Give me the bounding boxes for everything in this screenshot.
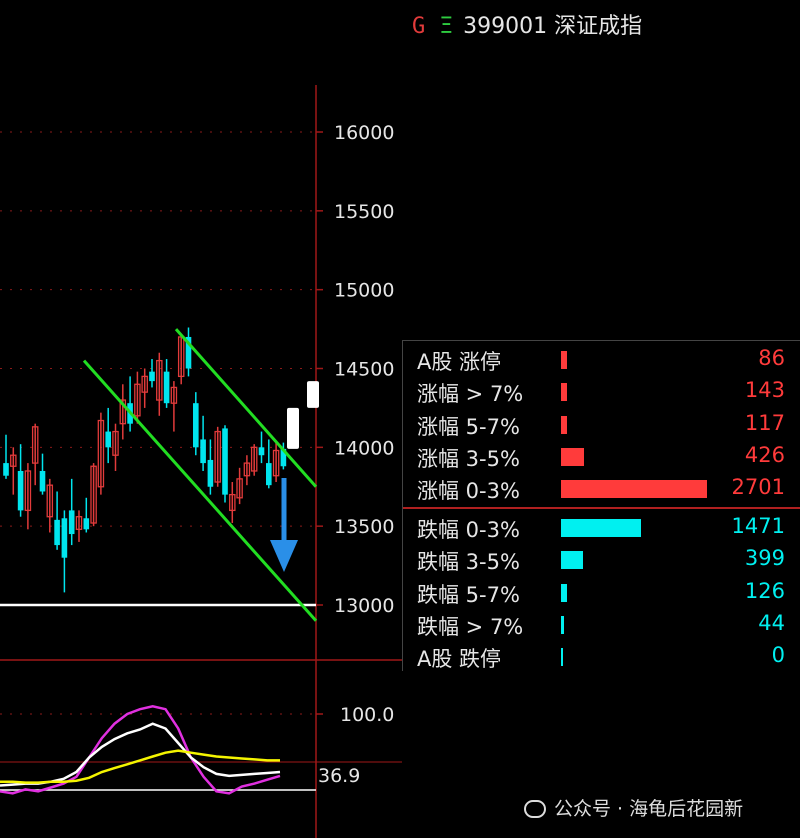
candle-body <box>200 439 206 464</box>
breadth-row: 跌幅 3-5% 399 <box>403 543 800 575</box>
candle-body <box>39 470 46 492</box>
breadth-bar <box>561 447 584 466</box>
y-tick-label: 13500 <box>334 516 394 538</box>
breadth-row: 涨幅 > 7% 143 <box>403 375 800 407</box>
breadth-bar <box>561 615 564 634</box>
candle-body <box>163 371 170 404</box>
chart-header: G Ξ 399001 深证成指 <box>412 8 642 40</box>
candle-body <box>3 463 9 476</box>
projected-candle <box>307 381 319 408</box>
breadth-label: 跌幅 5-7% <box>417 582 520 607</box>
candle-body <box>266 463 272 486</box>
projected-candle <box>287 407 299 449</box>
candle-body <box>105 431 111 448</box>
breadth-row: 跌幅 > 7% 44 <box>403 608 800 640</box>
breadth-bar <box>561 551 583 570</box>
watermark-text: 公众号 · 海龟后花园新 <box>554 798 744 820</box>
breadth-value: 117 <box>744 410 785 435</box>
breadth-row: 涨幅 0-3% 2701 <box>403 472 800 504</box>
y-tick-label: 14500 <box>334 359 394 381</box>
breadth-row: 跌幅 5-7% 126 <box>403 576 800 608</box>
candle-body <box>193 403 199 448</box>
candle-body <box>222 428 228 495</box>
divider <box>403 507 800 509</box>
candle-body <box>61 518 68 558</box>
breadth-value: 126 <box>744 578 785 603</box>
breadth-label: 涨幅 > 7% <box>417 382 524 407</box>
breadth-value: 1471 <box>731 514 785 538</box>
candle-body <box>17 470 24 511</box>
y-tick-label: 15000 <box>334 280 394 302</box>
watermark: 公众号 · 海龟后花园新 <box>524 794 743 821</box>
candle-body <box>258 447 265 456</box>
breadth-value: 86 <box>758 346 785 370</box>
breadth-row: 涨幅 3-5% 426 <box>403 440 800 472</box>
breadth-label: A股 跌停 <box>417 647 502 672</box>
osc-series-line <box>0 749 280 784</box>
y-tick-label: 14000 <box>334 437 394 459</box>
g-icon[interactable]: G <box>412 14 425 39</box>
breadth-value: 426 <box>744 442 785 467</box>
candle-body <box>83 518 90 530</box>
breadth-value: 143 <box>744 378 785 403</box>
breadth-bar <box>561 351 567 369</box>
osc-tick-label: 100.0 <box>340 704 394 726</box>
osc-series-line <box>0 722 281 787</box>
wechat-icon <box>524 800 546 818</box>
breadth-label: 跌幅 > 7% <box>417 614 524 639</box>
y-tick-label: 13000 <box>334 595 394 617</box>
osc-current-label: 36.9 <box>318 765 360 787</box>
y-tick-label: 15500 <box>334 201 394 223</box>
breadth-label: A股 涨停 <box>417 350 502 374</box>
breadth-bar <box>561 583 567 602</box>
breadth-value: 2701 <box>731 475 785 500</box>
candle-body <box>207 459 214 487</box>
breadth-label: 涨幅 3-5% <box>417 446 520 471</box>
breadth-value: 399 <box>744 546 785 571</box>
breadth-bar <box>561 519 641 537</box>
down-arrow-head <box>270 540 298 572</box>
breadth-value: 0 <box>771 643 785 668</box>
candle-body <box>149 371 155 382</box>
breadth-row: A股 涨停 86 <box>403 343 800 375</box>
breadth-row: 跌幅 0-3% 1471 <box>403 511 800 543</box>
candle-body <box>54 519 60 546</box>
breadth-bar <box>561 480 707 499</box>
breadth-value: 44 <box>758 610 785 635</box>
y-tick-label: 16000 <box>334 122 394 144</box>
breadth-bar <box>561 383 567 402</box>
candle-body <box>68 510 75 535</box>
breadth-label: 跌幅 0-3% <box>417 518 520 542</box>
breadth-row: A股 跌停 0 <box>403 640 800 672</box>
market-breadth-panel: A股 涨停 86 涨幅 > 7% 143 涨幅 5-7% 117 涨幅 3-5% 426 涨幅 … <box>402 340 800 671</box>
breadth-label: 涨幅 5-7% <box>417 414 520 439</box>
index-title: 399001 深证成指 <box>463 14 643 39</box>
breadth-bar <box>561 415 567 434</box>
breadth-label: 涨幅 0-3% <box>417 479 520 504</box>
breadth-bar <box>561 648 563 667</box>
channel-lower-line <box>82 359 318 622</box>
breadth-label: 跌幅 3-5% <box>417 550 520 575</box>
menu-icon[interactable]: Ξ <box>439 14 453 39</box>
osc-series-line <box>0 705 281 795</box>
breadth-row: 涨幅 5-7% 117 <box>403 408 800 440</box>
